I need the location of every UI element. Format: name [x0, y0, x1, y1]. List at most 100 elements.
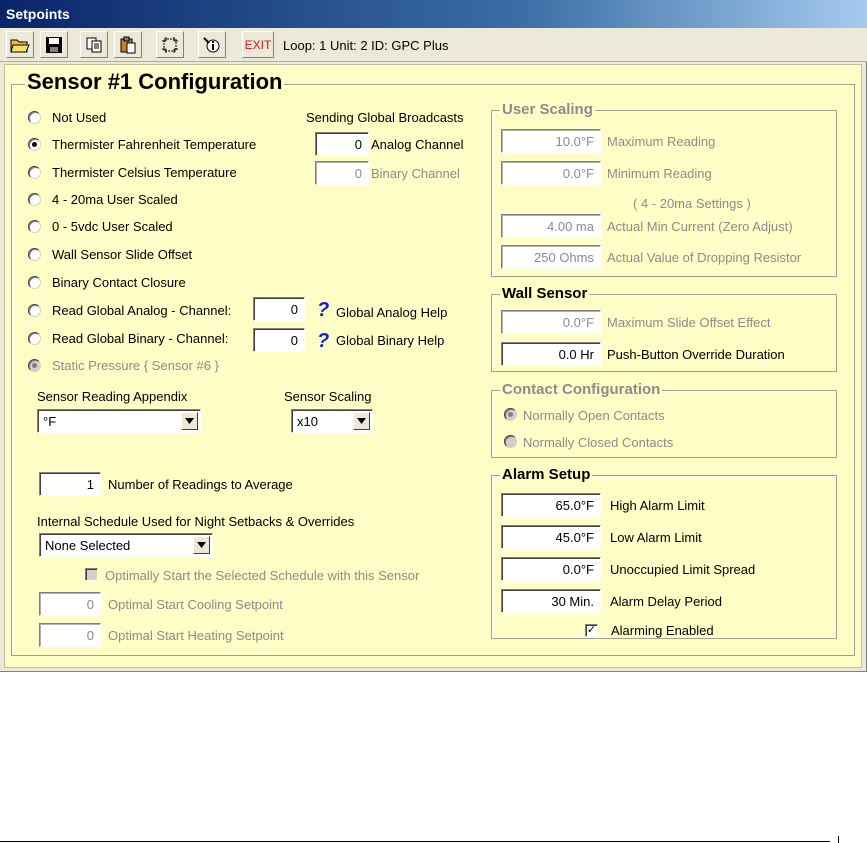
max-reading-input[interactable]: 10.0°F — [501, 129, 601, 153]
global-analog-help-link[interactable]: Global Analog Help — [336, 305, 447, 320]
sensor-type-label: Binary Contact Closure — [52, 275, 186, 290]
page-corner-tick — [838, 836, 839, 843]
readings-to-average-input[interactable]: 1 — [39, 472, 101, 496]
global-analog-help-icon[interactable]: ? — [317, 299, 329, 322]
wall-sensor-title: Wall Sensor — [500, 285, 590, 302]
sensor-type-radio[interactable] — [28, 220, 41, 233]
sensor-type-radio[interactable] — [28, 304, 41, 317]
normally-closed-label: Normally Closed Contacts — [523, 435, 674, 450]
sensor-type-label: Read Global Binary - Channel: — [52, 331, 229, 346]
page-bottom-rule — [0, 841, 830, 842]
contact-config-title: Contact Configuration — [500, 381, 663, 398]
alarming-enabled-label: Alarming Enabled — [611, 623, 714, 638]
binary-channel-input[interactable]: 0 — [315, 161, 369, 185]
select-frame-button[interactable] — [156, 31, 184, 58]
scaling-select-value: x10 — [297, 414, 318, 429]
sensor-type-radio[interactable] — [28, 276, 41, 289]
select-frame-icon — [162, 36, 178, 53]
chevron-down-icon[interactable] — [353, 412, 370, 430]
dropping-resistor-label: Actual Value of Dropping Resistor — [607, 250, 802, 265]
sensor-type-label: Thermister Fahrenheit Temperature — [52, 137, 257, 152]
override-duration-label: Push-Button Override Duration — [607, 347, 785, 362]
paste-icon — [120, 36, 136, 53]
sensor-type-radio[interactable] — [28, 111, 41, 124]
global-binary-help-icon[interactable]: ? — [317, 330, 329, 353]
alarm-delay-input[interactable]: 30 Min. — [501, 589, 601, 613]
appendix-select[interactable]: °F — [37, 409, 201, 433]
slide-offset-label: Maximum Slide Offset Effect — [607, 315, 771, 330]
min-current-input[interactable]: 4.00 ma — [501, 214, 601, 238]
normally-closed-radio[interactable] — [504, 435, 517, 448]
paste-button[interactable] — [114, 31, 142, 58]
schedule-label: Internal Schedule Used for Night Setback… — [37, 514, 355, 529]
chevron-down-icon[interactable] — [181, 412, 198, 430]
sensor-type-radio[interactable] — [28, 166, 41, 179]
sensor-config-panel: Sensor #1 Configuration 0 ? Global Analo… — [4, 64, 862, 668]
copy-icon — [86, 37, 102, 52]
open-folder-icon — [10, 39, 30, 52]
min-current-label: Actual Min Current (Zero Adjust) — [607, 219, 793, 234]
info-tools-icon — [203, 36, 220, 52]
ma-settings-note: ( 4 - 20ma Settings ) — [633, 196, 751, 211]
low-alarm-label: Low Alarm Limit — [610, 530, 702, 545]
high-alarm-input[interactable]: 65.0°F — [501, 493, 601, 517]
optimal-heating-label: Optimal Start Heating Setpoint — [108, 628, 284, 643]
alarming-enabled-checkbox[interactable]: ✓ — [585, 624, 598, 637]
global-analog-channel-input[interactable]: 0 — [253, 297, 305, 321]
optimal-heating-input[interactable]: 0 — [39, 623, 101, 647]
appendix-label: Sensor Reading Appendix — [37, 389, 188, 404]
user-scaling-title: User Scaling — [500, 101, 595, 118]
copy-button[interactable] — [80, 31, 108, 58]
sensor-type-label: 4 - 20ma User Scaled — [52, 192, 178, 207]
window-title: Setpoints — [6, 6, 70, 22]
sensor-type-radio[interactable] — [28, 332, 41, 345]
optimal-cooling-label: Optimal Start Cooling Setpoint — [108, 597, 283, 612]
sensor-type-label: 0 - 5vdc User Scaled — [52, 219, 173, 234]
min-reading-input[interactable]: 0.0°F — [501, 161, 601, 185]
scaling-label: Sensor Scaling — [284, 389, 372, 404]
low-alarm-input[interactable]: 45.0°F — [501, 525, 601, 549]
normally-open-label: Normally Open Contacts — [523, 408, 665, 423]
readings-to-average-label: Number of Readings to Average — [108, 477, 293, 492]
sensor-type-label: Static Pressure { Sensor #6 } — [52, 358, 219, 373]
open-button[interactable] — [6, 31, 34, 58]
high-alarm-label: High Alarm Limit — [610, 498, 705, 513]
sensor-type-radio[interactable] — [28, 138, 41, 151]
optimal-start-label: Optimally Start the Selected Schedule wi… — [105, 568, 420, 583]
global-binary-channel-input[interactable]: 0 — [253, 328, 305, 352]
optimal-start-checkbox[interactable] — [85, 568, 98, 581]
page-title: Sensor #1 Configuration — [25, 69, 285, 95]
dropping-resistor-input[interactable]: 250 Ohms — [501, 245, 601, 269]
chevron-down-icon[interactable] — [193, 536, 210, 554]
limit-spread-input[interactable]: 0.0°F — [501, 557, 601, 581]
sensor-type-label: Thermister Celsius Temperature — [52, 165, 237, 180]
sensor-type-label: Wall Sensor Slide Offset — [52, 247, 193, 262]
override-duration-input[interactable]: 0.0 Hr — [501, 342, 601, 366]
scaling-select[interactable]: x10 — [291, 409, 373, 433]
schedule-select-value: None Selected — [45, 538, 131, 553]
min-reading-label: Minimum Reading — [607, 166, 712, 181]
info-tools-button[interactable] — [198, 31, 226, 58]
slide-offset-input[interactable]: 0.0°F — [501, 310, 601, 334]
optimal-cooling-input[interactable]: 0 — [39, 592, 101, 616]
appendix-select-value: °F — [43, 414, 57, 429]
save-disk-icon — [46, 36, 62, 53]
loop-unit-status: Loop: 1 Unit: 2 ID: GPC Plus — [283, 38, 449, 53]
normally-open-radio[interactable] — [504, 408, 517, 421]
analog-channel-input[interactable]: 0 — [315, 132, 369, 156]
schedule-select[interactable]: None Selected — [39, 533, 213, 557]
sensor-type-radio[interactable] — [28, 359, 41, 372]
setpoints-window: Setpoints EXIT Loop: 1 Unit: 2 ID: GPC P… — [0, 0, 867, 672]
sensor-type-radio[interactable] — [28, 193, 41, 206]
alarm-delay-label: Alarm Delay Period — [610, 594, 722, 609]
analog-channel-label: Analog Channel — [371, 137, 464, 152]
max-reading-label: Maximum Reading — [607, 134, 716, 149]
sensor-type-label: Not Used — [52, 110, 107, 125]
exit-button[interactable]: EXIT — [242, 31, 274, 58]
global-binary-help-link[interactable]: Global Binary Help — [336, 333, 444, 348]
sensor-type-label: Read Global Analog - Channel: — [52, 303, 232, 318]
limit-spread-label: Unoccupied Limit Spread — [610, 562, 756, 577]
broadcasts-heading: Sending Global Broadcasts — [306, 110, 464, 125]
save-button[interactable] — [40, 31, 68, 58]
sensor-type-radio[interactable] — [28, 248, 41, 261]
